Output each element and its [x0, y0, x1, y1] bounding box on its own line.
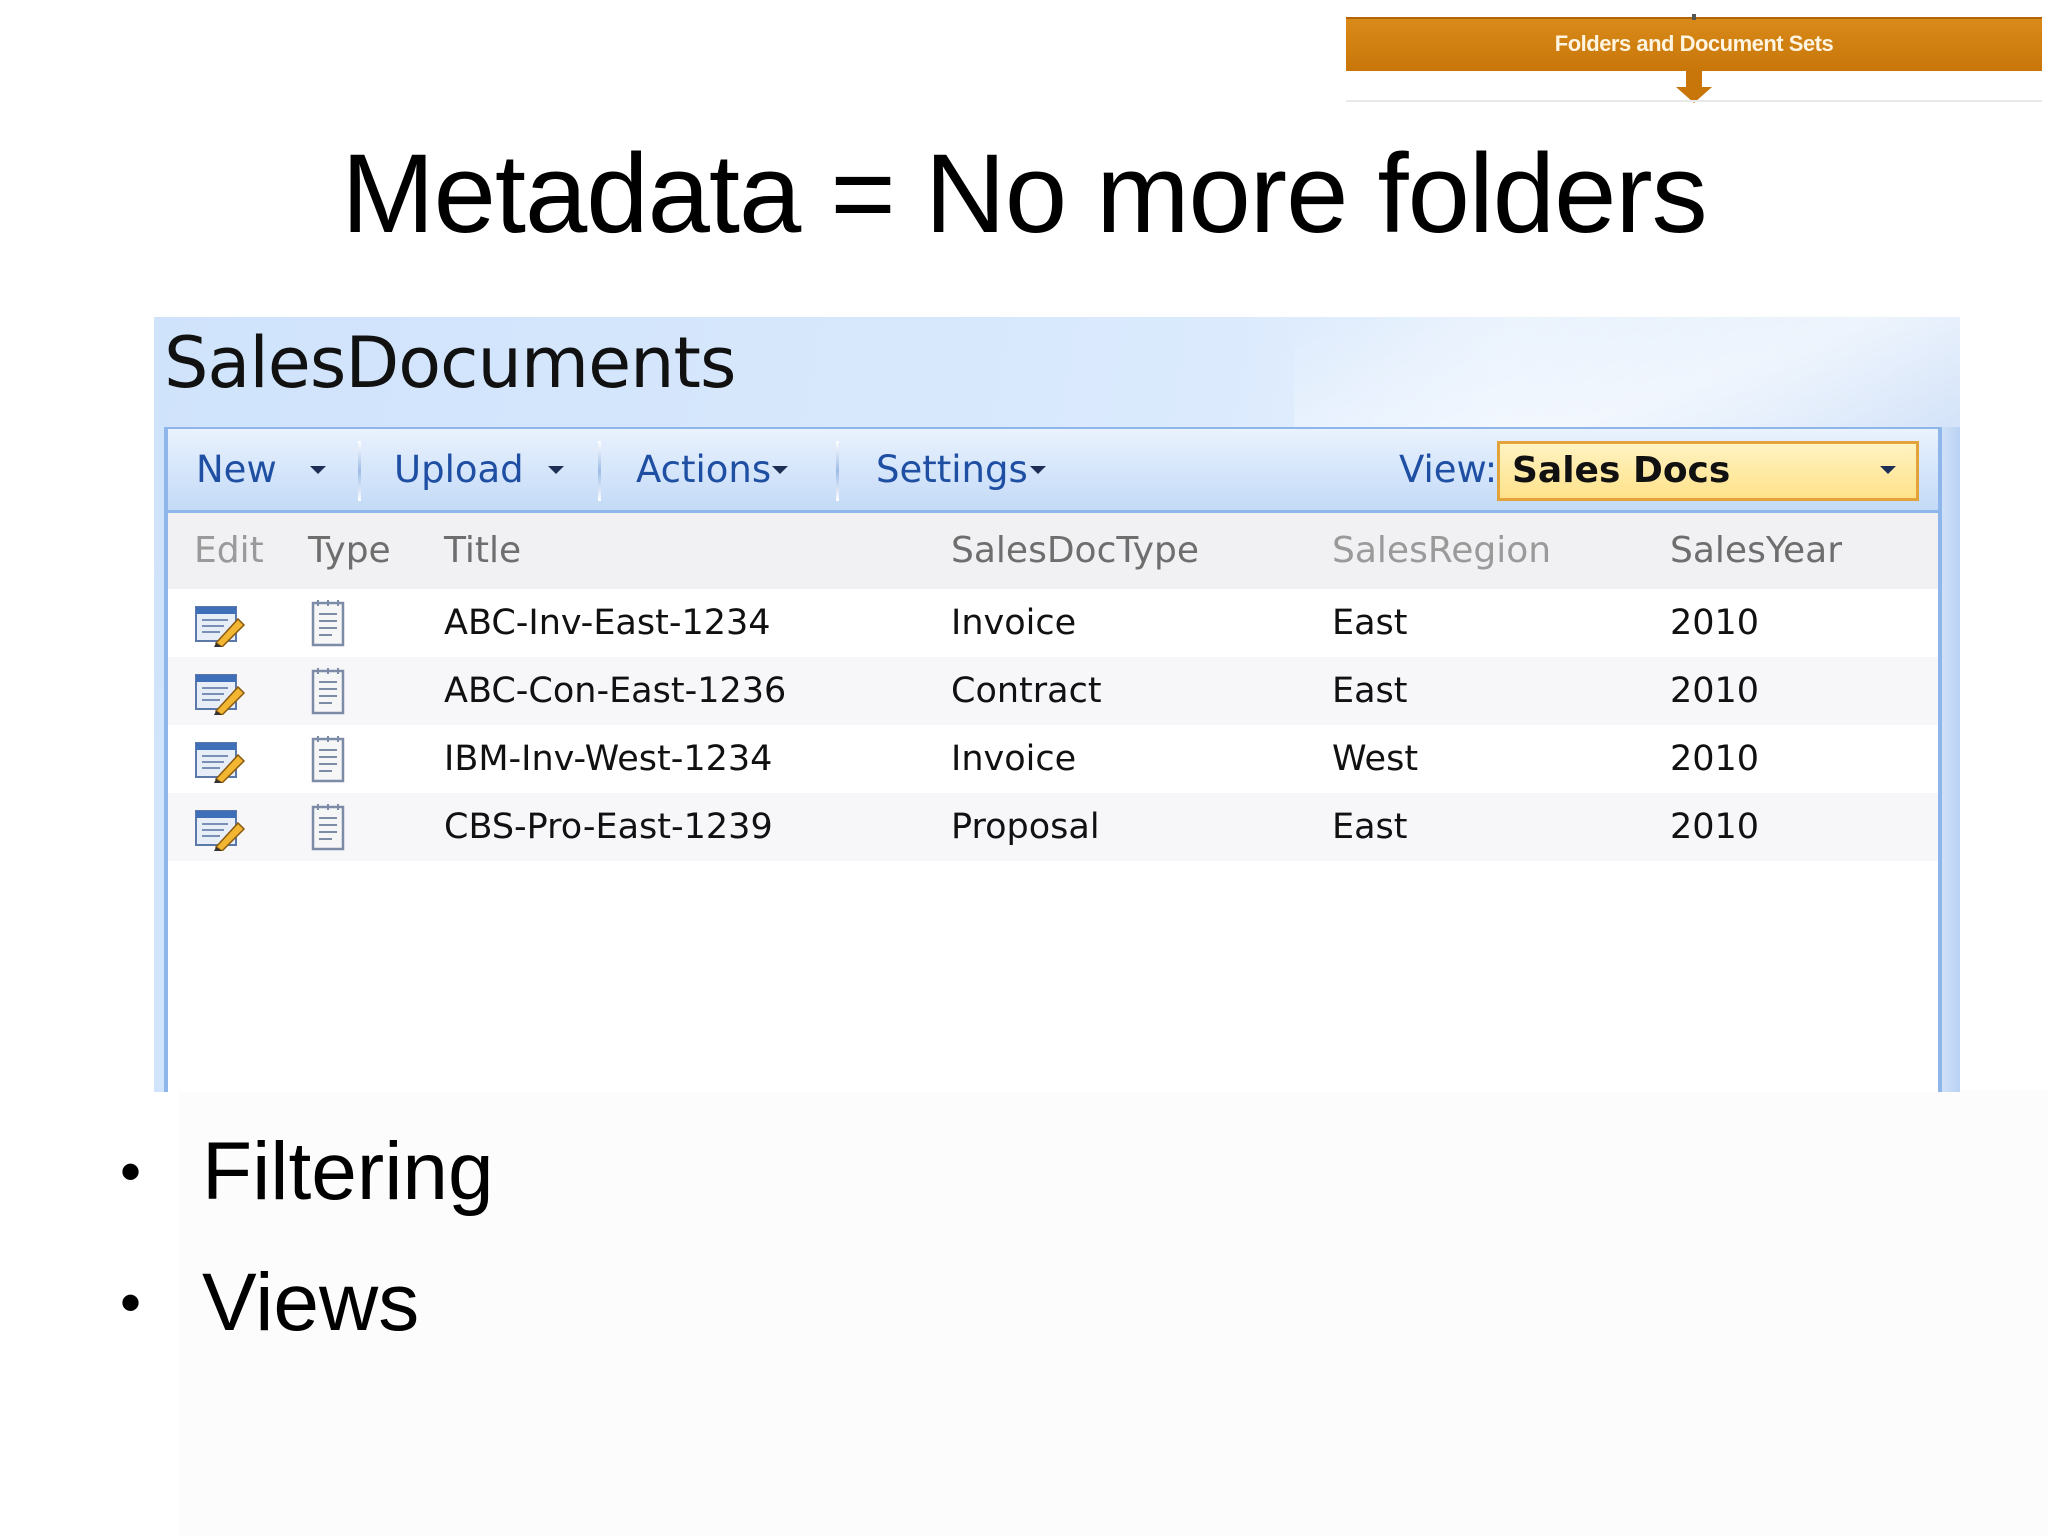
toolbar-separator [358, 441, 361, 501]
toolbar-separator [598, 441, 601, 501]
region-cell: East [1332, 807, 1408, 847]
panel-glow [1294, 317, 1960, 427]
view-chevron-down-icon[interactable] [1880, 466, 1896, 474]
library-content: New Upload Actions Settings View: Sales … [164, 427, 1942, 1092]
upload-chevron-down-icon[interactable] [548, 466, 564, 474]
column-header-salesdoctype[interactable]: SalesDocType [951, 513, 1199, 589]
edit-document-icon[interactable] [194, 603, 246, 647]
edit-document-icon[interactable] [194, 739, 246, 783]
toolbar-separator [836, 441, 839, 501]
actions-chevron-down-icon[interactable] [772, 466, 788, 474]
edit-document-icon[interactable] [194, 671, 246, 715]
banner-label: Folders and Document Sets [1554, 31, 1834, 56]
bullet-dot-icon: • [120, 1138, 142, 1205]
doc-type-cell: Invoice [951, 603, 1077, 643]
document-table: Edit Type Title SalesDocType SalesRegion… [168, 513, 1938, 861]
table-row: CBS-Pro-East-1239 Proposal East 2010 [168, 793, 1938, 861]
view-selector-value: Sales Docs [1512, 450, 1731, 491]
year-cell: 2010 [1670, 603, 1760, 643]
library-title: SalesDocuments [164, 322, 736, 404]
year-cell: 2010 [1670, 807, 1760, 847]
actions-menu-label: Actions [636, 448, 772, 491]
year-cell: 2010 [1670, 671, 1760, 711]
table-row: ABC-Con-East-1236 Contract East 2010 [168, 657, 1938, 725]
bullet-text: Filtering [202, 1126, 494, 1217]
library-toolbar: New Upload Actions Settings View: Sales … [168, 429, 1938, 513]
column-header-edit: Edit [194, 530, 264, 571]
document-library-panel: SalesDocuments New Upload Actions Settin… [154, 317, 1960, 1092]
slide-title: Metadata = No more folders [341, 131, 1707, 256]
column-header-title[interactable]: Title [444, 513, 521, 589]
document-title-link[interactable]: CBS-Pro-East-1239 [444, 793, 773, 861]
table-row: ABC-Inv-East-1234 Invoice East 2010 [168, 589, 1938, 657]
edit-document-icon[interactable] [194, 807, 246, 851]
actions-menu[interactable]: Actions [636, 429, 771, 510]
doc-type-cell: Invoice [951, 739, 1077, 779]
settings-menu[interactable]: Settings [876, 429, 1028, 510]
document-icon [311, 804, 345, 851]
new-menu-label: New [196, 448, 277, 491]
table-header: Edit Type Title SalesDocType SalesRegion… [168, 513, 1938, 589]
slide: Folders and Document Sets Metadata = No … [0, 0, 2048, 1536]
year-cell: 2010 [1670, 739, 1760, 779]
document-icon [311, 668, 345, 715]
settings-chevron-down-icon[interactable] [1030, 466, 1046, 474]
process-banner: Folders and Document Sets [1346, 14, 2042, 105]
document-title-link[interactable]: IBM-Inv-West-1234 [444, 725, 772, 793]
doc-type-cell: Proposal [951, 807, 1100, 847]
column-header-salesregion[interactable]: SalesRegion [1332, 513, 1551, 589]
banner-divider [1346, 100, 2042, 102]
view-label: View: [1399, 448, 1498, 491]
region-cell: East [1332, 671, 1408, 711]
bullet-dot-icon: • [120, 1269, 142, 1336]
new-chevron-down-icon[interactable] [310, 466, 326, 474]
document-title-link[interactable]: ABC-Con-East-1236 [444, 657, 786, 725]
doc-type-cell: Contract [951, 671, 1102, 711]
table-row: IBM-Inv-West-1234 Invoice West 2010 [168, 725, 1938, 793]
column-header-salesyear[interactable]: SalesYear [1670, 513, 1842, 589]
settings-menu-label: Settings [876, 448, 1028, 491]
region-cell: West [1332, 739, 1419, 779]
upload-menu[interactable]: Upload [394, 429, 524, 510]
column-header-type[interactable]: Type [308, 513, 391, 589]
document-title-link[interactable]: ABC-Inv-East-1234 [444, 589, 771, 657]
upload-menu-label: Upload [394, 448, 524, 491]
bullet-text: Views [202, 1257, 420, 1348]
new-menu[interactable]: New [196, 429, 277, 510]
document-icon [311, 736, 345, 783]
document-icon [311, 600, 345, 647]
region-cell: East [1332, 603, 1408, 643]
view-selector[interactable]: Sales Docs [1497, 441, 1919, 501]
panel-right-border [1942, 427, 1960, 1092]
